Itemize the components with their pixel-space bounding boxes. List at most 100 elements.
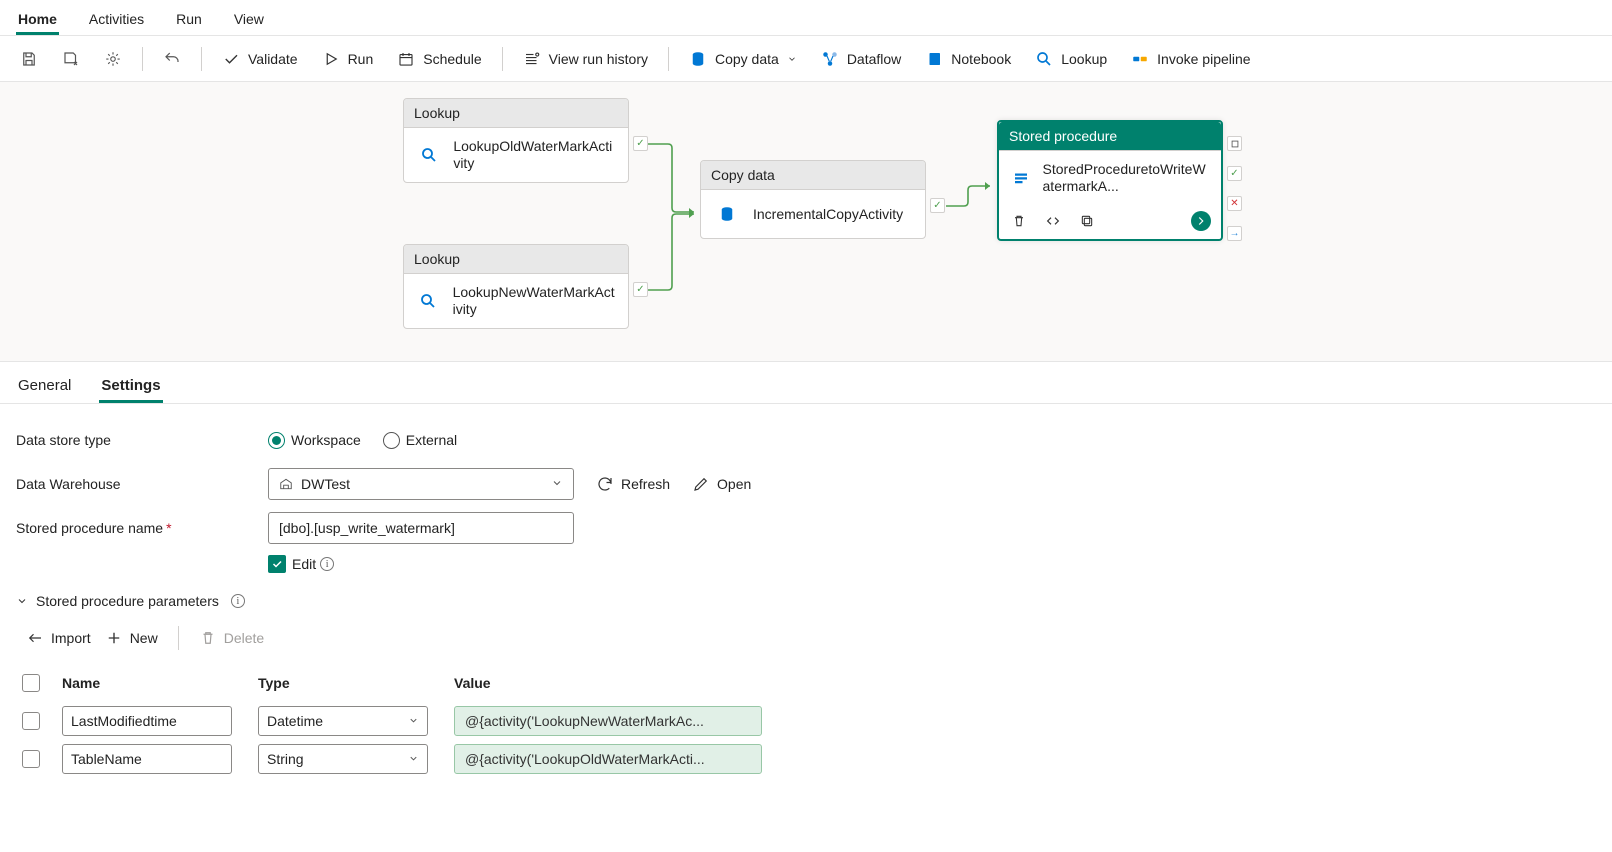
open-button[interactable]: Open — [692, 475, 751, 493]
output-failure-badge[interactable]: ✕ — [1227, 196, 1242, 211]
radio-workspace[interactable]: Workspace — [268, 432, 361, 449]
schedule-button[interactable]: Schedule — [387, 44, 491, 74]
activity-footer — [999, 205, 1221, 239]
lookup-button[interactable]: Lookup — [1025, 44, 1117, 74]
output-success-badge[interactable]: ✓ — [633, 136, 648, 151]
activity-header: Lookup — [404, 245, 628, 274]
warehouse-icon — [279, 477, 293, 491]
ribbon-tabs: Home Activities Run View — [0, 0, 1612, 36]
pipeline-canvas[interactable]: Lookup LookupOldWaterMarkActivity ✓ Look… — [0, 82, 1612, 362]
ribbon-tab-view[interactable]: View — [232, 5, 266, 35]
code-view-button[interactable] — [1043, 211, 1063, 231]
trash-icon — [199, 629, 217, 647]
param-name-input[interactable]: LastModifiedtime — [62, 706, 232, 736]
invoke-pipeline-button[interactable]: Invoke pipeline — [1121, 44, 1260, 74]
undo-icon — [163, 50, 181, 68]
radio-external-label: External — [406, 432, 457, 448]
select-all-checkbox[interactable] — [22, 674, 40, 692]
tab-general[interactable]: General — [16, 369, 73, 403]
activity-body: IncrementalCopyActivity — [701, 190, 925, 238]
info-icon[interactable]: i — [231, 594, 245, 608]
copy-data-button[interactable]: Copy data — [679, 44, 807, 74]
chevron-down-icon — [551, 476, 563, 492]
copy-activity-button[interactable] — [1077, 211, 1097, 231]
ribbon-tab-activities[interactable]: Activities — [87, 5, 146, 35]
activity-name: LookupOldWaterMarkActivity — [453, 138, 616, 172]
radio-workspace-label: Workspace — [291, 432, 361, 448]
ribbon-tab-run[interactable]: Run — [174, 5, 204, 35]
param-toolbar: Import New Delete — [16, 622, 1596, 654]
row-checkbox[interactable] — [22, 750, 40, 768]
param-name-input[interactable]: TableName — [62, 744, 232, 774]
param-type-select[interactable]: Datetime — [258, 706, 428, 736]
edit-checkbox[interactable]: Editi — [268, 555, 334, 573]
chevron-down-icon — [408, 751, 419, 767]
validate-label: Validate — [248, 51, 298, 67]
refresh-button[interactable]: Refresh — [596, 475, 670, 493]
tab-settings[interactable]: Settings — [99, 369, 162, 403]
stored-proc-name-label: Stored procedure name* — [16, 520, 268, 536]
output-default-badge[interactable] — [1227, 136, 1242, 151]
output-skip-badge[interactable]: → — [1227, 226, 1242, 241]
radio-external[interactable]: External — [383, 432, 457, 449]
activity-copy-data[interactable]: Copy data IncrementalCopyActivity — [700, 160, 926, 239]
toolbar-separator — [668, 47, 669, 71]
ribbon-tab-home[interactable]: Home — [16, 5, 59, 35]
data-warehouse-label: Data Warehouse — [16, 476, 268, 492]
output-success-badge[interactable]: ✓ — [1227, 166, 1242, 181]
delete-activity-button[interactable] — [1009, 211, 1029, 231]
info-icon[interactable]: i — [320, 557, 334, 571]
activity-name: LookupNewWaterMarkActivity — [453, 284, 616, 318]
activity-lookup-old[interactable]: Lookup LookupOldWaterMarkActivity — [403, 98, 629, 183]
validate-button[interactable]: Validate — [212, 44, 308, 74]
settings-gear-button[interactable] — [94, 44, 132, 74]
activity-stored-procedure[interactable]: Stored procedure StoredProceduretoWriteW… — [997, 120, 1223, 241]
invoke-label: Invoke pipeline — [1157, 51, 1250, 67]
save-as-icon — [62, 50, 80, 68]
schedule-label: Schedule — [423, 51, 481, 67]
toolbar-separator — [178, 626, 179, 650]
param-row: LastModifiedtime Datetime @{activity('Lo… — [16, 702, 1226, 740]
view-history-button[interactable]: View run history — [513, 44, 658, 74]
activity-lookup-new[interactable]: Lookup LookupNewWaterMarkActivity — [403, 244, 629, 329]
param-value-input[interactable]: @{activity('LookupNewWaterMarkAc... — [454, 706, 762, 736]
output-success-badge[interactable]: ✓ — [930, 198, 945, 213]
activity-body: LookupOldWaterMarkActivity — [404, 128, 628, 182]
panel-resize-handle[interactable] — [791, 361, 821, 362]
history-icon — [523, 50, 541, 68]
open-label: Open — [717, 476, 751, 492]
history-label: View run history — [549, 51, 648, 67]
activity-body: StoredProceduretoWriteWatermarkA... — [999, 151, 1221, 205]
save-button[interactable] — [10, 44, 48, 74]
new-button[interactable]: New — [105, 629, 158, 647]
refresh-label: Refresh — [621, 476, 670, 492]
play-icon — [322, 50, 340, 68]
notebook-button[interactable]: Notebook — [915, 44, 1021, 74]
save-as-button[interactable] — [52, 44, 90, 74]
go-button[interactable] — [1191, 211, 1211, 231]
dataflow-label: Dataflow — [847, 51, 901, 67]
import-button[interactable]: Import — [26, 629, 91, 647]
delete-button[interactable]: Delete — [199, 629, 264, 647]
row-checkbox[interactable] — [22, 712, 40, 730]
params-collapser[interactable]: Stored procedure parameters i — [16, 592, 1596, 610]
settings-panel: Data store type Workspace External Data … — [0, 404, 1612, 798]
import-icon — [26, 629, 44, 647]
param-type-select[interactable]: String — [258, 744, 428, 774]
param-table: Name Type Value LastModifiedtime Datetim… — [16, 664, 1226, 778]
col-value: Value — [454, 675, 1226, 691]
params-title: Stored procedure parameters — [36, 593, 219, 609]
notebook-label: Notebook — [951, 51, 1011, 67]
run-button[interactable]: Run — [312, 44, 384, 74]
data-warehouse-select[interactable]: DWTest — [268, 468, 574, 500]
chevron-down-icon — [787, 50, 797, 68]
toolbar-separator — [142, 47, 143, 71]
col-name: Name — [62, 675, 258, 691]
param-value-input[interactable]: @{activity('LookupOldWaterMarkActi... — [454, 744, 762, 774]
plus-icon — [105, 629, 123, 647]
pencil-icon — [692, 475, 710, 493]
stored-proc-name-input[interactable]: [dbo].[usp_write_watermark] — [268, 512, 574, 544]
undo-button[interactable] — [153, 44, 191, 74]
output-success-badge[interactable]: ✓ — [633, 282, 648, 297]
dataflow-button[interactable]: Dataflow — [811, 44, 911, 74]
